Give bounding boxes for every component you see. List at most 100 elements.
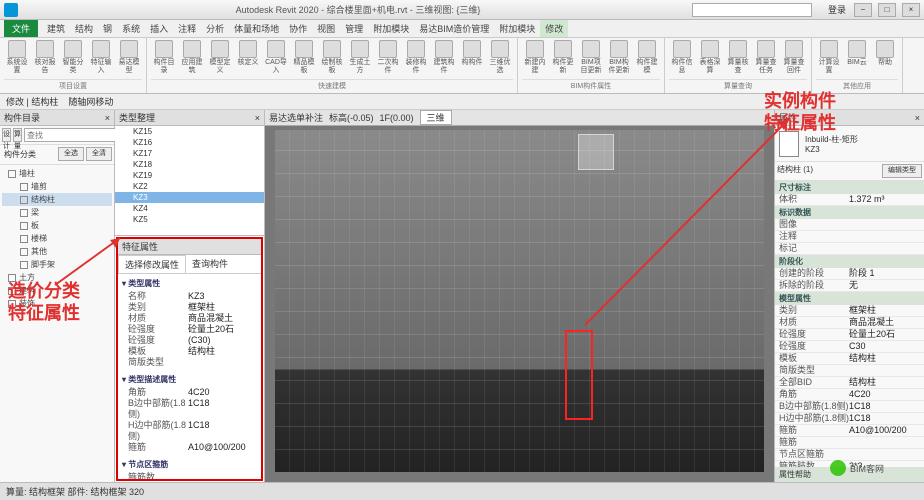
- prop-section[interactable]: 阶段化: [775, 255, 924, 268]
- checkbox-icon[interactable]: [20, 209, 28, 217]
- prop-row[interactable]: 图像: [775, 219, 924, 231]
- menu-item[interactable]: 体量和场地: [229, 20, 284, 37]
- menu-item[interactable]: 分析: [201, 20, 229, 37]
- tree-node[interactable]: 脚手架: [2, 258, 112, 271]
- ribbon-button[interactable]: 核对报告: [32, 40, 58, 75]
- menu-item[interactable]: 附加模块: [494, 20, 540, 37]
- ribbon-button[interactable]: 构构件: [459, 40, 485, 67]
- prop-row[interactable]: 角筋4C20: [775, 389, 924, 401]
- prop-section[interactable]: 模型属性: [775, 292, 924, 305]
- 3d-viewport[interactable]: 易达选单补注 标高(-0.05) 1F(0.00) 三维: [265, 110, 774, 482]
- prop-row[interactable]: 箍筋数: [122, 472, 257, 481]
- menu-item[interactable]: 系统: [117, 20, 145, 37]
- prop-value[interactable]: 1C18: [849, 401, 920, 412]
- prop-value[interactable]: 结构柱: [849, 377, 920, 388]
- prop-value[interactable]: [849, 243, 920, 254]
- checkbox-icon[interactable]: [20, 261, 28, 269]
- list-item[interactable]: KZ3: [115, 192, 264, 203]
- close-icon[interactable]: ×: [255, 113, 260, 123]
- prop-value[interactable]: 商品混凝土: [188, 313, 257, 324]
- ribbon-button[interactable]: 精品模板: [291, 40, 317, 75]
- menu-item[interactable]: 附加模块: [368, 20, 414, 37]
- checkbox-icon[interactable]: [8, 287, 16, 295]
- prop-value[interactable]: 无: [849, 280, 920, 291]
- view-tab[interactable]: 1F(0.00): [380, 113, 414, 123]
- ribbon-button[interactable]: 核定义: [235, 40, 261, 67]
- prop-row[interactable]: 标记: [775, 243, 924, 255]
- ribbon-button[interactable]: 计算设置: [816, 40, 842, 75]
- ribbon-button[interactable]: 装修构件: [403, 40, 429, 75]
- tree-node[interactable]: 楼梯: [2, 232, 112, 245]
- close-icon[interactable]: ×: [915, 113, 920, 123]
- ribbon-button[interactable]: 应用建筑: [179, 40, 205, 75]
- prop-value[interactable]: 4C20: [188, 387, 257, 398]
- type-selector[interactable]: 结构柱 (1): [777, 164, 880, 178]
- prop-row[interactable]: 箍筋: [775, 437, 924, 449]
- ribbon-button[interactable]: 帮助: [872, 40, 898, 67]
- design-tab[interactable]: 设计: [2, 128, 11, 142]
- prop-value[interactable]: 4C20: [849, 389, 920, 400]
- prop-row[interactable]: 名称KZ3: [122, 291, 257, 302]
- prop-section[interactable]: 标识数据: [775, 206, 924, 219]
- menu-item[interactable]: 钢: [98, 20, 117, 37]
- close-icon[interactable]: ×: [105, 113, 110, 123]
- checkbox-icon[interactable]: [8, 300, 16, 308]
- prop-row[interactable]: 注释: [775, 231, 924, 243]
- prop-value[interactable]: 1C18: [849, 413, 920, 424]
- ribbon-button[interactable]: 构件建模: [634, 40, 660, 75]
- menu-item-active[interactable]: 修改: [540, 20, 568, 37]
- prop-row[interactable]: B边中部筋(1.8侧)1C18: [775, 401, 924, 413]
- prop-row[interactable]: 类别框架柱: [122, 302, 257, 313]
- prop-row[interactable]: 体积1.372 m³: [775, 194, 924, 206]
- help-search[interactable]: [692, 3, 812, 17]
- prop-value[interactable]: 砼量土20石: [188, 324, 257, 335]
- tree-node[interactable]: 梁: [2, 206, 112, 219]
- ribbon-button[interactable]: 特征输入: [88, 40, 114, 75]
- menu-item[interactable]: 插入: [145, 20, 173, 37]
- list-item[interactable]: KZ5: [115, 214, 264, 225]
- prop-value[interactable]: 1C18: [188, 420, 257, 442]
- clear-all[interactable]: 全清: [86, 147, 112, 161]
- ribbon-button[interactable]: 构件更新: [550, 40, 576, 75]
- prop-row[interactable]: 材质商品混凝土: [775, 317, 924, 329]
- menu-item[interactable]: 注释: [173, 20, 201, 37]
- prop-value[interactable]: [849, 437, 920, 448]
- prop-row[interactable]: 箍筋A10@100/200: [122, 442, 257, 453]
- tree-node[interactable]: 建筑: [2, 284, 112, 297]
- prop-row[interactable]: 砼强度(C30): [122, 335, 257, 346]
- prop-value[interactable]: 框架柱: [188, 302, 257, 313]
- prop-value[interactable]: A10@100/200: [849, 425, 920, 436]
- prop-value[interactable]: [849, 231, 920, 242]
- ribbon-button[interactable]: 算量查任务: [753, 40, 779, 75]
- prop-row[interactable]: 箍筋A10@100/200: [775, 425, 924, 437]
- prop-value[interactable]: 结构柱: [849, 353, 920, 364]
- ribbon-button[interactable]: 新建内建: [522, 40, 548, 75]
- ribbon-button[interactable]: 构件信息: [669, 40, 695, 75]
- ribbon-button[interactable]: CAD导入: [263, 40, 289, 75]
- ribbon-button[interactable]: 表格深算: [697, 40, 723, 75]
- ribbon-button[interactable]: 构件目录: [151, 40, 177, 75]
- prop-value[interactable]: [849, 219, 920, 230]
- select-all[interactable]: 全选: [58, 147, 84, 161]
- prop-value[interactable]: [188, 472, 257, 481]
- quantity-tab[interactable]: 算量: [13, 128, 22, 142]
- prop-value[interactable]: A10@100/200: [188, 442, 257, 453]
- prop-row[interactable]: 模板结构柱: [122, 346, 257, 357]
- ribbon-button[interactable]: 建筑构件: [431, 40, 457, 75]
- view-cube[interactable]: [578, 134, 614, 170]
- prop-value[interactable]: [188, 357, 257, 368]
- prop-value[interactable]: KZ3: [188, 291, 257, 302]
- prop-value[interactable]: [849, 365, 920, 376]
- file-menu[interactable]: 文件: [4, 20, 38, 37]
- ribbon-button[interactable]: 系统设置: [4, 40, 30, 75]
- prop-row[interactable]: B边中部筋(1.8侧)1C18: [122, 398, 257, 420]
- ribbon-button[interactable]: 生成土方: [347, 40, 373, 75]
- menu-item[interactable]: 协作: [284, 20, 312, 37]
- ribbon-button[interactable]: 易达模型: [116, 40, 142, 75]
- prop-row[interactable]: 砼强度C30: [775, 341, 924, 353]
- ribbon-button[interactable]: 算量核查: [725, 40, 751, 75]
- prop-row[interactable]: 模板结构柱: [775, 353, 924, 365]
- checkbox-icon[interactable]: [20, 183, 28, 191]
- tree-node[interactable]: 其他: [2, 245, 112, 258]
- checkbox-icon[interactable]: [8, 274, 16, 282]
